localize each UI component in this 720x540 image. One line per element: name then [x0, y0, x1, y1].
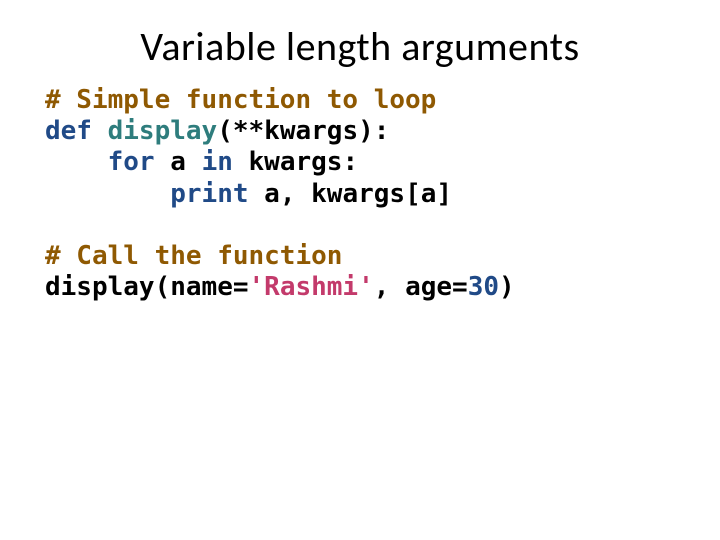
indent: [45, 179, 170, 209]
bracket-open: [: [405, 179, 421, 209]
var-a: a: [421, 179, 437, 209]
space: [155, 147, 171, 177]
func-name: display: [108, 116, 218, 146]
space: [295, 179, 311, 209]
comment-text: Call the function: [61, 241, 343, 271]
var-a: a: [264, 179, 280, 209]
comma: ,: [280, 179, 296, 209]
var-kwargs: kwargs: [249, 147, 343, 177]
colon: :: [342, 147, 358, 177]
hash: #: [45, 85, 61, 115]
var-a: a: [170, 147, 186, 177]
paren-open: (**: [217, 116, 264, 146]
slide: Variable length arguments # Simple funct…: [0, 0, 720, 540]
equals: =: [452, 272, 468, 302]
indent: [45, 147, 108, 177]
kwarg-key: name: [170, 272, 233, 302]
code-comment: # Call the function: [45, 241, 342, 271]
comma: ,: [374, 272, 390, 302]
comment-text: Simple function to loop: [61, 85, 437, 115]
paren-close: ): [499, 272, 515, 302]
number-literal: 30: [468, 272, 499, 302]
func-call: display: [45, 272, 155, 302]
param-kwargs: kwargs: [264, 116, 358, 146]
space: [389, 272, 405, 302]
var-kwargs: kwargs: [311, 179, 405, 209]
paren-close: ):: [358, 116, 389, 146]
keyword-for: for: [108, 147, 155, 177]
bracket-close: ]: [436, 179, 452, 209]
kwarg-key: age: [405, 272, 452, 302]
keyword-print: print: [170, 179, 248, 209]
string-literal: 'Rashmi': [249, 272, 374, 302]
code-comment: # Simple function to loop: [45, 85, 436, 115]
space: [186, 147, 202, 177]
keyword-def: def: [45, 116, 92, 146]
space: [233, 147, 249, 177]
space: [92, 116, 108, 146]
hash: #: [45, 241, 61, 271]
code-block: # Simple function to loop def display(**…: [45, 85, 515, 303]
keyword-in: in: [202, 147, 233, 177]
equals: =: [233, 272, 249, 302]
paren-open: (: [155, 272, 171, 302]
space: [249, 179, 265, 209]
slide-title: Variable length arguments: [0, 22, 720, 71]
